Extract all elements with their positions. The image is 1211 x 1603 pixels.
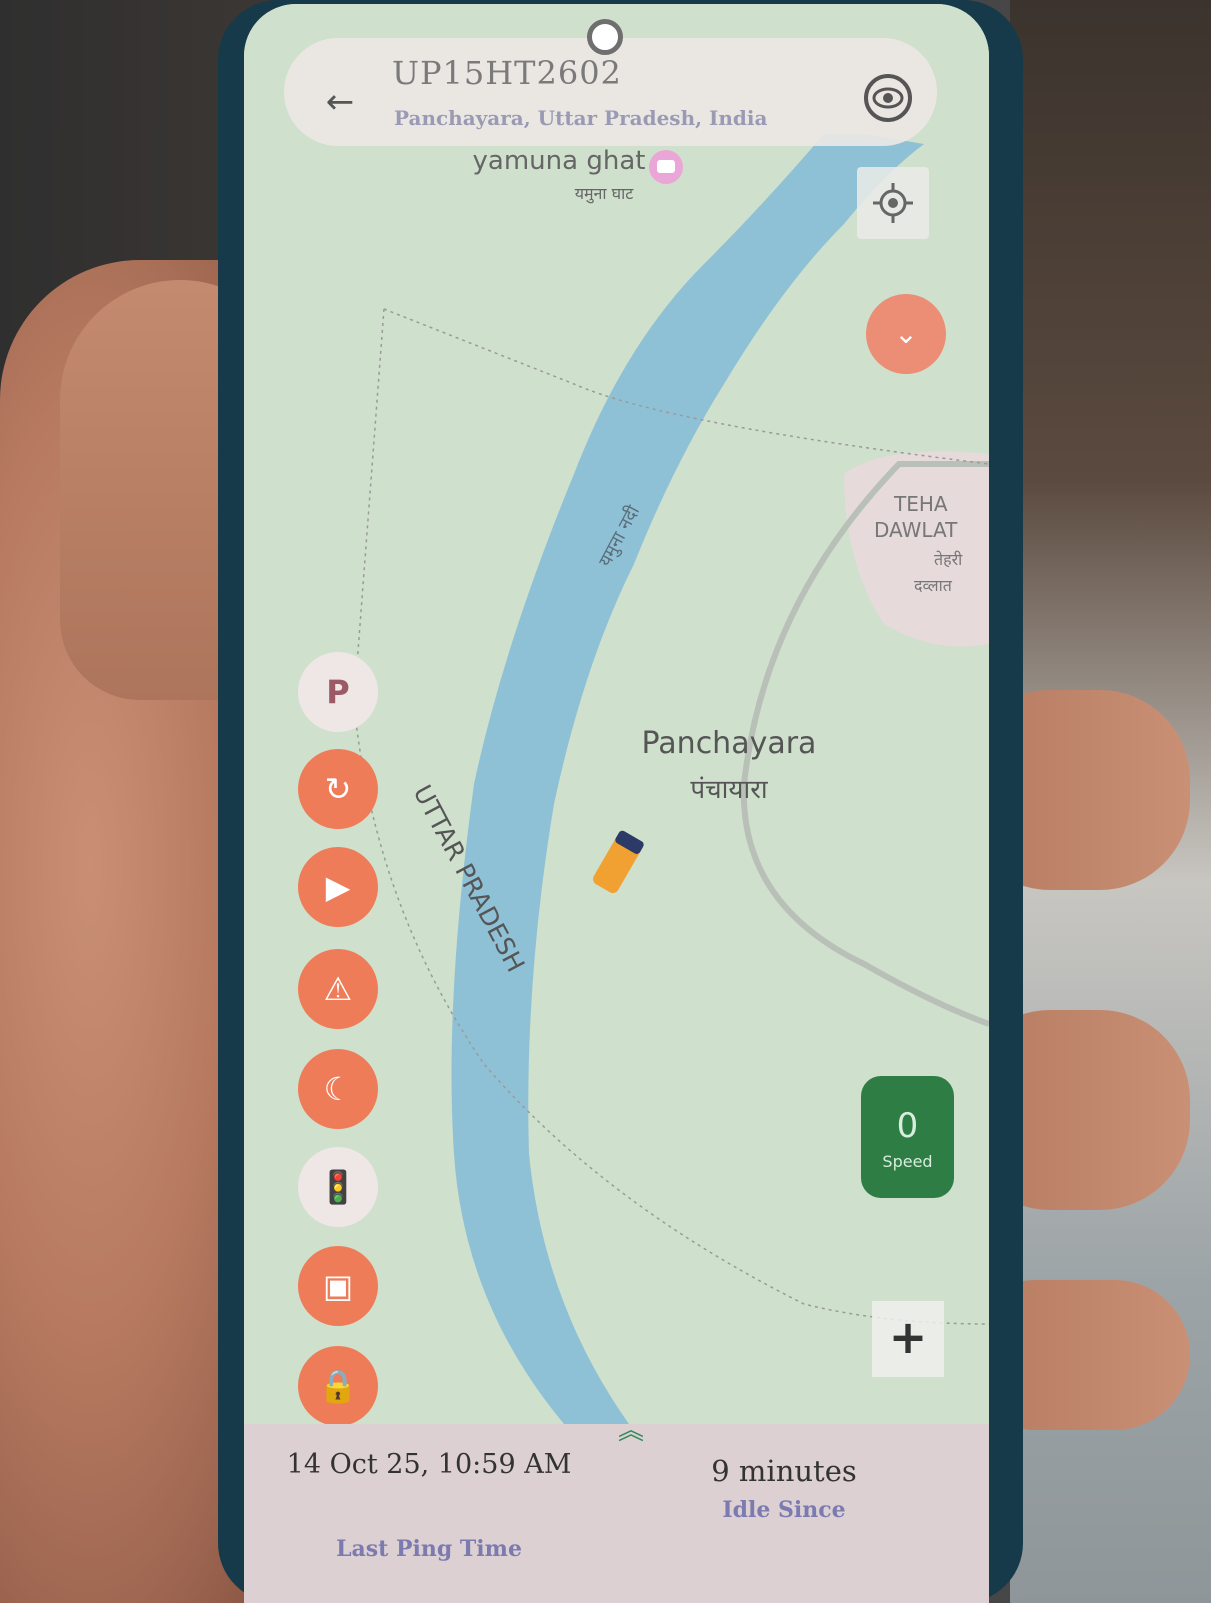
refresh-button[interactable]: ↻ (298, 749, 378, 829)
phone-screen: yamuna ghat यमुना घाट यमुना नदी Panchaya… (244, 4, 989, 1603)
image-icon: ▣ (322, 1267, 354, 1305)
collapse-button[interactable]: ⌄ (866, 294, 946, 374)
lock-button[interactable]: 🔒 (298, 1346, 378, 1426)
last-ping-value: 14 Oct 25, 10:59 AM (286, 1449, 572, 1480)
traffic-button[interactable]: 🚦 (298, 1147, 378, 1227)
back-arrow-icon[interactable]: ← (316, 78, 364, 126)
speed-value: 0 (896, 1106, 919, 1146)
village-label: Panchayara (641, 726, 817, 761)
lock-icon: 🔒 (318, 1367, 358, 1405)
playback-button[interactable]: ▶ (298, 847, 378, 927)
tehsil-label-hindi: तेहरी (934, 550, 963, 569)
parking-button[interactable]: P (298, 652, 378, 732)
chevron-down-icon: ⌄ (894, 317, 918, 350)
crosshair-icon (873, 183, 913, 223)
last-ping-label: Last Ping Time (336, 1536, 522, 1562)
refresh-icon: ↻ (324, 770, 352, 808)
idle-since-label: Idle Since (722, 1497, 846, 1523)
village-label-hindi: पंचायारा (690, 775, 768, 805)
speed-badge: 0 Speed (861, 1076, 954, 1198)
speed-label: Speed (882, 1152, 933, 1171)
traffic-light-icon: 🚦 (318, 1168, 358, 1206)
status-panel: ︽ 14 Oct 25, 10:59 AM Last Ping Time 9 m… (244, 1416, 989, 1603)
tehsil-label: DAWLAT (874, 518, 958, 542)
play-icon: ▶ (325, 868, 351, 906)
vehicle-location: Panchayara, Uttar Pradesh, India (394, 106, 768, 130)
tehsil-label: TEHA (894, 492, 948, 516)
expand-up-icon[interactable]: ︽ (616, 1416, 646, 1446)
alert-icon: ⚠ (323, 970, 353, 1008)
parking-icon: P (326, 673, 350, 711)
alerts-button[interactable]: ⚠ (298, 949, 378, 1029)
night-mode-button[interactable]: ☾ (298, 1049, 378, 1129)
idle-since-value: 9 minutes (711, 1454, 857, 1488)
my-location-button[interactable] (857, 167, 929, 239)
gallery-button[interactable]: ▣ (298, 1246, 378, 1326)
poi-label: yamuna ghat (472, 146, 646, 176)
front-camera (587, 19, 623, 55)
tehsil-label-hindi: दव्लात (914, 576, 952, 595)
night-mode-icon: ☾ (323, 1070, 353, 1108)
poi-label-hindi: यमुना घाट (574, 184, 634, 203)
eye-icon[interactable] (862, 72, 914, 124)
vehicle-number: UP15HT2602 (392, 54, 622, 92)
zoom-in-button[interactable]: + (872, 1301, 944, 1377)
